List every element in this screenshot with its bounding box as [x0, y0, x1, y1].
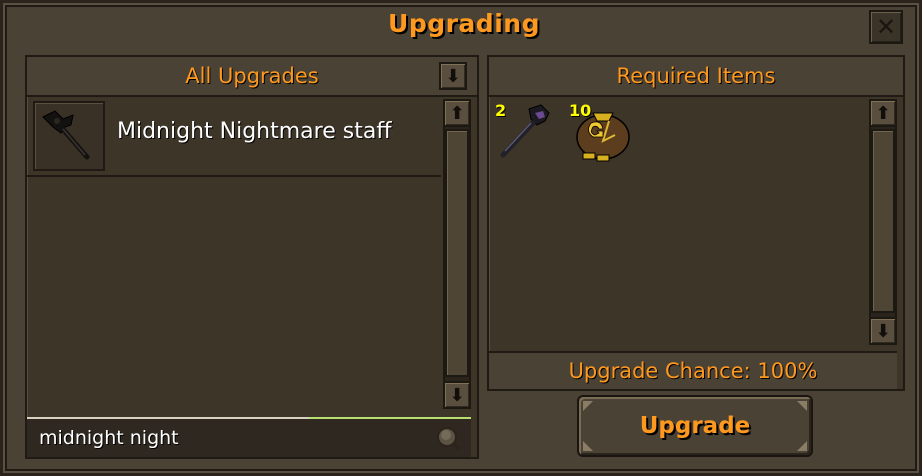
scrollbar-thumb[interactable]: [871, 129, 895, 313]
arrow-down-icon: ⬇: [875, 320, 891, 342]
arrow-down-icon: ⬇: [449, 384, 465, 406]
scroll-up-button[interactable]: ⬆: [443, 99, 471, 127]
upgrade-chance-text: Upgrade Chance: 100%: [568, 359, 818, 383]
button-corner: [797, 441, 807, 451]
scrollbar-track[interactable]: [443, 127, 471, 381]
scrollbar-track[interactable]: [869, 127, 897, 317]
search-input[interactable]: midnight night: [39, 427, 179, 449]
list-item-label: Midnight Nightmare staff: [117, 119, 392, 144]
arrow-up-icon: ⬆: [449, 102, 465, 124]
required-items-panel: Required Items 2 10 ⬆ ⬇ Upgrade Chance: …: [487, 55, 905, 391]
all-upgrades-title: All Upgrades: [185, 64, 319, 88]
upgrade-button[interactable]: Upgrade: [577, 395, 813, 457]
scrollbar-thumb[interactable]: [445, 129, 469, 377]
search-icon[interactable]: [435, 425, 461, 451]
all-upgrades-header: All Upgrades: [27, 57, 477, 97]
chevron-down-icon: ⬇: [445, 65, 461, 87]
button-corner: [583, 441, 593, 451]
button-corner: [583, 401, 593, 411]
search-bar[interactable]: midnight night: [27, 417, 471, 457]
list-item[interactable]: Midnight Nightmare staff: [27, 97, 441, 177]
upgrade-chance-label: Upgrade Chance: 100%: [489, 351, 897, 389]
search-bar-highlight: [309, 417, 471, 419]
button-corner: [797, 401, 807, 411]
required-item-slot[interactable]: 2: [495, 101, 559, 165]
arrow-up-icon: ⬆: [875, 102, 891, 124]
upgrade-button-label: Upgrade: [639, 413, 751, 439]
item-slot: [33, 101, 105, 171]
required-items-header: Required Items: [489, 57, 903, 97]
upgrade-window: Upgrading ✕ All Upgrades ⬇ Midnight Nigh…: [0, 0, 922, 476]
scroll-up-button[interactable]: ⬆: [869, 99, 897, 127]
required-item-slot[interactable]: 10: [569, 101, 633, 165]
all-upgrades-panel: All Upgrades ⬇ Midnight Nightmare staff …: [25, 55, 479, 459]
collapse-button[interactable]: ⬇: [439, 62, 467, 90]
staff-icon: [500, 104, 550, 158]
close-icon: ✕: [875, 13, 897, 41]
scroll-down-button[interactable]: ⬇: [443, 381, 471, 409]
required-items-title: Required Items: [616, 64, 776, 88]
staff-icon: [42, 110, 90, 160]
scroll-down-button[interactable]: ⬇: [869, 317, 897, 345]
window-title: Upgrading: [388, 9, 540, 38]
close-button[interactable]: ✕: [869, 10, 903, 44]
item-quantity: 10: [569, 101, 592, 120]
